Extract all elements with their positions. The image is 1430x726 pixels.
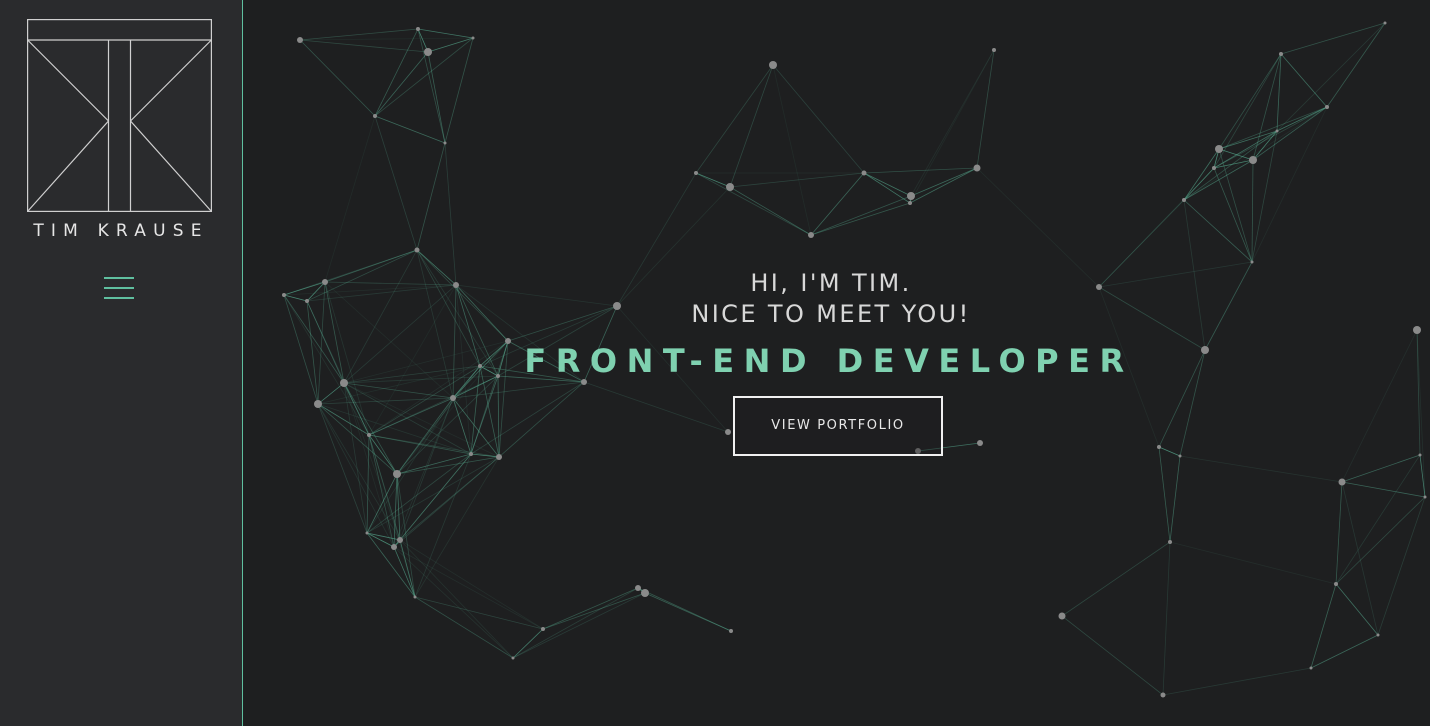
logo-icon[interactable] bbox=[27, 19, 212, 212]
greeting-line-2: NICE TO MEET YOU! bbox=[691, 300, 971, 328]
view-portfolio-button[interactable]: VIEW PORTFOLIO bbox=[733, 396, 943, 456]
hamburger-icon[interactable] bbox=[104, 277, 134, 301]
hero-content: HI, I'M TIM. NICE TO MEET YOU! FRONT-END… bbox=[244, 0, 1430, 726]
hamburger-line bbox=[104, 277, 134, 279]
role-title: FRONT-END DEVELOPER bbox=[524, 342, 1134, 380]
hamburger-line bbox=[104, 297, 134, 299]
hero-section: HI, I'M TIM. NICE TO MEET YOU! FRONT-END… bbox=[244, 0, 1430, 726]
logo-text: TIM KRAUSE bbox=[33, 221, 209, 241]
greeting-line-1: HI, I'M TIM. bbox=[750, 269, 912, 297]
hamburger-line bbox=[104, 287, 134, 289]
sidebar: TIM KRAUSE bbox=[0, 0, 243, 726]
